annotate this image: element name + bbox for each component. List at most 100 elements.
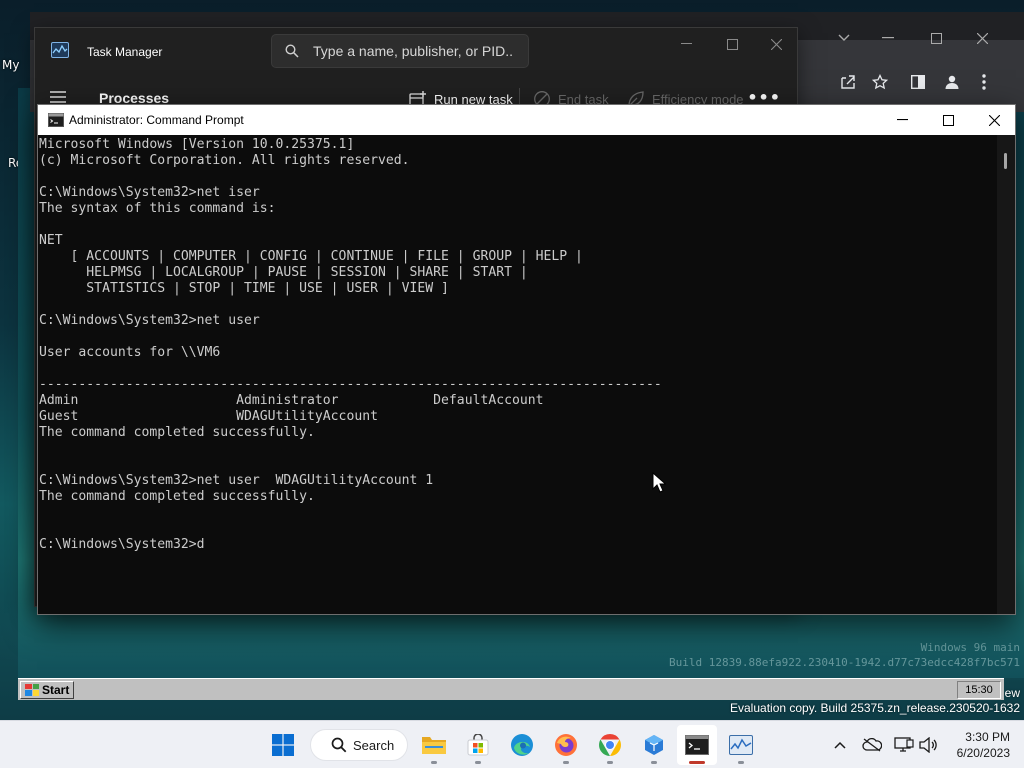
task-manager-title: Task Manager — [87, 45, 163, 59]
console-line: STATISTICS | STOP | TIME | USE | USER | … — [39, 281, 449, 296]
taskbar-microsoft-store[interactable] — [458, 725, 498, 765]
edge-browser-icon — [511, 734, 533, 756]
task-manager-app-icon — [51, 42, 69, 58]
console-scrollbar-thumb[interactable] — [1004, 153, 1007, 169]
taskbar: Search 3:30 PM 6/20/2023 — [0, 720, 1024, 768]
console-line: User accounts for \\VM6 — [39, 345, 221, 360]
guest-start-label: Start — [42, 682, 70, 697]
bookmark-star-icon[interactable] — [868, 70, 892, 94]
guest-watermark-line: Build 12839.88efa922.230410-1942.d77c73e… — [669, 656, 1020, 669]
taskbar-chrome[interactable] — [590, 725, 630, 765]
browser-minimize-button[interactable] — [876, 26, 900, 50]
taskbar-search-box[interactable]: Search — [310, 729, 408, 761]
running-indicator — [738, 761, 744, 764]
console-scrollbar[interactable] — [997, 135, 1015, 614]
firefox-icon — [555, 734, 577, 756]
console-line: C:\Windows\System32>net user WDAGUtility… — [39, 473, 434, 488]
task-manager-search-box[interactable] — [271, 34, 529, 68]
task-manager-maximize-button[interactable] — [709, 30, 755, 58]
clock-time: 3:30 PM — [965, 730, 1010, 744]
console-line: C:\Windows\System32>net user — [39, 313, 260, 328]
console-line: C:\Windows\System32>d — [39, 537, 205, 552]
search-icon — [285, 44, 299, 58]
console-line: (c) Microsoft Corporation. All rights re… — [39, 153, 410, 168]
taskbar-firefox[interactable] — [546, 725, 586, 765]
task-manager-titlebar[interactable]: Task Manager — [35, 28, 797, 76]
onedrive-offline-icon[interactable] — [860, 733, 884, 757]
console-line: Guest WDAGUtilityAccount — [39, 409, 378, 424]
chrome-icon — [599, 734, 621, 756]
guest-build-watermark: Windows 96 main Build 12839.88efa922.230… — [669, 640, 1020, 670]
microsoft-store-icon — [467, 734, 489, 756]
taskbar-search-label: Search — [353, 737, 395, 753]
hamburger-menu-icon[interactable] — [49, 89, 67, 105]
watermark-line: Evaluation copy. Build 25375.zn_release.… — [730, 701, 1020, 715]
console-line: The command completed successfully. — [39, 489, 315, 504]
search-icon — [331, 737, 347, 753]
console-area[interactable]: Microsoft Windows [Version 10.0.25375.1]… — [38, 135, 997, 614]
guest-start-button[interactable]: Start — [20, 680, 75, 699]
command-prompt-minimize-button[interactable] — [879, 105, 925, 135]
console-line: Admin Administrator DefaultAccount — [39, 393, 544, 408]
command-prompt-title: Administrator: Command Prompt — [69, 113, 244, 127]
taskbar-task-manager[interactable] — [721, 725, 761, 765]
evaluation-watermark: ew Evaluation copy. Build 25375.zn_relea… — [730, 686, 1020, 716]
console-line: The command completed successfully. — [39, 425, 315, 440]
volume-icon[interactable] — [916, 733, 940, 757]
watermark-line: ew — [1004, 686, 1020, 700]
command-prompt-maximize-button[interactable] — [925, 105, 971, 135]
task-manager-close-button[interactable] — [753, 30, 799, 58]
command-prompt-icon — [685, 735, 709, 755]
taskbar-edge[interactable] — [502, 725, 542, 765]
browser-maximize-button[interactable] — [924, 26, 948, 50]
taskbar-file-explorer[interactable] — [414, 725, 454, 765]
windows-flag-icon — [25, 683, 39, 696]
mouse-cursor-icon — [652, 472, 666, 493]
console-line: NET — [39, 233, 63, 248]
windows-start-icon — [272, 734, 294, 756]
start-button[interactable] — [263, 725, 303, 765]
console-line: The syntax of this command is: — [39, 201, 276, 216]
running-indicator — [475, 761, 481, 764]
console-line: C:\Windows\System32>net iser — [39, 185, 260, 200]
console-line: Microsoft Windows [Version 10.0.25375.1] — [39, 137, 355, 152]
share-icon[interactable] — [836, 70, 860, 94]
running-indicator — [651, 761, 657, 764]
task-manager-search-input[interactable] — [313, 43, 513, 59]
browser-menu-icon[interactable] — [972, 70, 996, 94]
command-prompt-window[interactable]: Administrator: Command Prompt Microsoft … — [37, 104, 1016, 615]
side-panel-icon[interactable] — [906, 70, 930, 94]
command-prompt-app-icon — [48, 113, 64, 127]
running-indicator — [431, 761, 437, 764]
show-hidden-icons-chevron-icon[interactable] — [828, 733, 852, 757]
tab-search-chevron-icon[interactable] — [832, 26, 856, 50]
taskbar-command-prompt[interactable] — [677, 725, 717, 765]
task-manager-minimize-button[interactable] — [663, 30, 709, 58]
network-icon[interactable] — [892, 733, 916, 757]
running-indicator — [607, 761, 613, 764]
command-prompt-close-button[interactable] — [971, 105, 1017, 135]
profile-icon[interactable] — [940, 70, 964, 94]
running-indicator — [563, 761, 569, 764]
console-line: ----------------------------------------… — [39, 377, 662, 392]
task-manager-icon — [729, 735, 753, 755]
guest-watermark-line: Windows 96 main — [920, 641, 1020, 654]
focused-indicator — [689, 761, 705, 764]
file-explorer-icon — [422, 737, 446, 754]
taskbar-clock[interactable]: 3:30 PM 6/20/2023 — [957, 729, 1010, 761]
command-prompt-titlebar[interactable]: Administrator: Command Prompt — [38, 105, 1015, 135]
virtual-machine-icon — [645, 735, 663, 755]
taskbar-virtual-machine[interactable] — [634, 725, 674, 765]
browser-close-button[interactable] — [970, 26, 994, 50]
console-line: [ ACCOUNTS | COMPUTER | CONFIG | CONTINU… — [39, 249, 583, 264]
desktop-icon-label[interactable]: My — [2, 58, 19, 72]
